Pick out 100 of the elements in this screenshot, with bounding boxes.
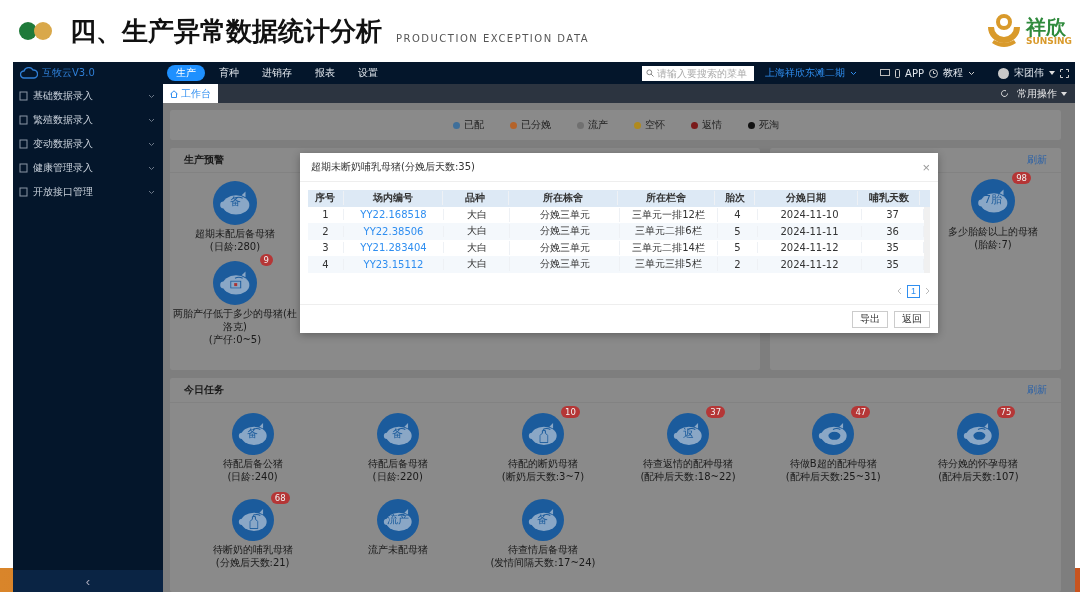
logo-text: 祥欣 (1025, 16, 1066, 37)
user-menu[interactable]: 宋团伟 (1014, 66, 1044, 80)
message-icon[interactable] (880, 68, 891, 78)
bottle-icon (539, 430, 549, 444)
bottle-icon (249, 516, 258, 530)
tile-label[interactable]: 两胎产仔低于多少的母猪(杜洛克) (170, 307, 300, 333)
dialog-title: 超期未断奶哺乳母猪(分娩后天数:35) (311, 160, 475, 174)
sidebar-item[interactable]: 繁殖数据录入 (33, 113, 143, 127)
tile-sub: (日龄:280) (209, 240, 261, 253)
tile-label[interactable]: 流产未配母猪 (367, 543, 428, 556)
pig-icon[interactable] (231, 413, 274, 455)
close-button[interactable]: × (922, 159, 930, 175)
tile-label[interactable]: 待配的断奶母猪 (507, 457, 578, 470)
pig-icon[interactable] (231, 499, 274, 541)
scrollbar[interactable] (924, 206, 930, 273)
count-badge: 10 (561, 406, 580, 418)
search-field[interactable]: 请输入要搜索的菜单 (642, 65, 755, 81)
pig-icon[interactable] (376, 413, 419, 455)
tile-label[interactable]: 待配后备公猪 (222, 457, 283, 470)
farm-selector[interactable]: 上海祥欣东滩二期 (765, 66, 846, 80)
sidebar-item[interactable]: 变动数据录入 (33, 137, 143, 151)
table-cell: 三单元二排6栏 (620, 224, 718, 239)
back-button[interactable]: 返回 (894, 310, 930, 328)
table-cell: 2024-11-12 (758, 242, 862, 254)
caret-down-icon[interactable] (1061, 91, 1067, 96)
count-badge: 98 (1012, 172, 1031, 184)
tile-sub: (产仔:0~5) (208, 333, 262, 346)
page-button[interactable]: 1 (907, 284, 920, 298)
pig-icon[interactable] (376, 499, 419, 541)
table-cell: 4 (308, 258, 344, 270)
table-cell: 三单元一排12栏 (620, 207, 718, 222)
column-header: 所在栏舍 (618, 191, 716, 206)
count-badge: 47 (851, 406, 871, 418)
pig-id-link[interactable]: YY22.168518 (344, 209, 444, 221)
home-icon (170, 89, 178, 98)
export-button[interactable]: 导出 (852, 310, 888, 328)
refresh-icon[interactable] (1000, 89, 1009, 98)
tutorial-menu[interactable]: 教程 (943, 66, 963, 80)
tile-sub: (配种后天数:18~22) (640, 470, 736, 483)
table-cell: 2024-11-11 (758, 225, 862, 237)
pig-id-link[interactable]: YY21.283404 (344, 242, 444, 254)
count-badge: 37 (706, 406, 726, 418)
document-icon (19, 187, 28, 197)
pig-icon[interactable] (213, 261, 257, 305)
column-header: 胎次 (715, 191, 756, 206)
pig-id-link[interactable]: YY22.38506 (344, 225, 444, 237)
tile-label[interactable]: 待做B超的配种母猪 (789, 457, 877, 470)
tile-label[interactable]: 待配后备母猪 (367, 457, 428, 470)
table-cell: 分娩三单元 (510, 257, 620, 272)
nav-tab[interactable]: 报表 (306, 65, 344, 81)
pig-icon[interactable] (812, 413, 855, 455)
table-cell: 5 (718, 242, 758, 254)
app-link[interactable]: APP (905, 67, 924, 79)
count-badge: 75 (996, 406, 1016, 418)
collapse-button[interactable]: ‹ (13, 570, 163, 592)
sidebar-item[interactable]: 开放接口管理 (33, 185, 143, 199)
pig-icon[interactable] (971, 179, 1015, 223)
icon-glyph: 备 (246, 428, 260, 441)
pig-icon[interactable] (521, 499, 564, 541)
sidebar-item[interactable]: 基础数据录入 (33, 89, 143, 103)
pig-icon[interactable] (957, 413, 1000, 455)
phone-icon[interactable] (895, 68, 901, 78)
nav-tab[interactable]: 育种 (210, 65, 248, 81)
tile-label[interactable]: 待断奶的哺乳母猪 (212, 543, 293, 556)
pig-icon[interactable] (213, 181, 257, 225)
document-icon (19, 91, 28, 101)
tile-label[interactable]: 多少胎龄以上的母猪 (948, 225, 1038, 238)
sidebar-item[interactable]: 健康管理录入 (33, 161, 143, 175)
nav-tab[interactable]: 设置 (349, 65, 387, 81)
table-cell: 2 (308, 225, 344, 237)
icon-glyph: 备 (228, 196, 242, 209)
tile-sub: (分娩后天数:21) (215, 556, 290, 569)
icon-glyph: 流产 (385, 514, 410, 527)
clock-icon[interactable] (929, 68, 938, 78)
column-header: 所在栋舍 (508, 191, 618, 206)
legend-label: 已分娩 (520, 118, 551, 132)
avatar-icon[interactable] (998, 67, 1009, 79)
chevron-down-icon[interactable] (850, 70, 858, 76)
icon-glyph: 备 (536, 514, 550, 527)
fullscreen-icon[interactable] (1060, 68, 1069, 78)
pig-icon[interactable] (521, 413, 564, 455)
table-cell: 2024-11-10 (758, 209, 862, 221)
tile-label[interactable]: 待查情后备母猪 (507, 543, 578, 556)
caret-down-icon[interactable] (1049, 71, 1055, 75)
slide-subtitle: PRODUCTION EXCEPTION DATA (396, 32, 590, 44)
nav-tab[interactable]: 进销存 (253, 65, 301, 81)
pig-id-link[interactable]: YY23.15112 (344, 258, 444, 270)
table-cell: 三单元三排5栏 (620, 257, 718, 272)
tile-sub: (日龄:240) (227, 470, 278, 483)
piglet-icon (827, 431, 842, 441)
chevron-down-icon[interactable] (968, 70, 975, 76)
tile-label[interactable]: 超期未配后备母猪 (195, 227, 275, 240)
common-ops-menu[interactable]: 常用操作 (1013, 86, 1057, 101)
table-cell: 分娩三单元 (510, 240, 620, 255)
page-tab[interactable]: 工作台 (163, 84, 218, 103)
tile-label[interactable]: 待分娩的怀孕母猪 (938, 457, 1019, 470)
nav-tab[interactable]: 生产 (167, 65, 205, 81)
tile-label[interactable]: 待查返情的配种母猪 (643, 457, 734, 470)
pig-icon[interactable] (667, 413, 710, 455)
card-title: 生产预警 (184, 153, 224, 167)
